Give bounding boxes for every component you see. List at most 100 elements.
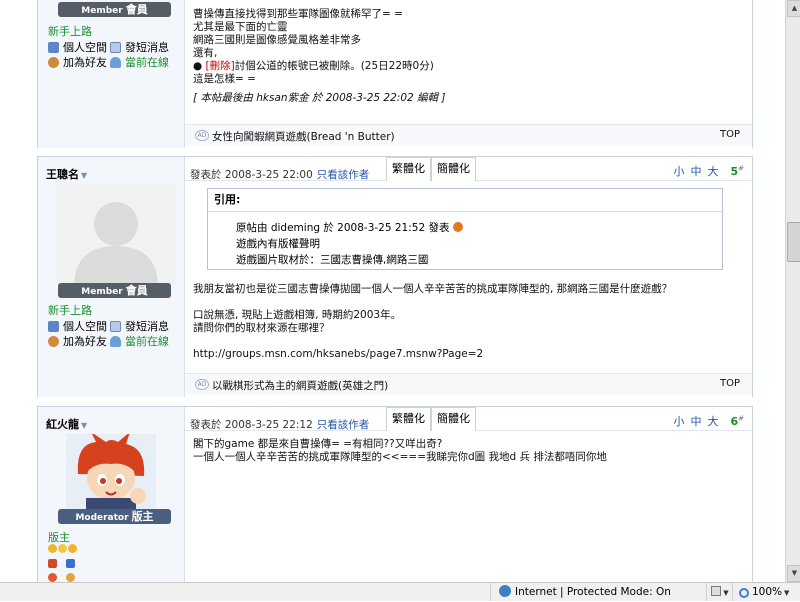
- font-size-controls: 小中大 6#: [667, 413, 744, 429]
- post-body-panel: 曹操傳直接找得到那些軍隊圖像就稀罕了= = 尤其是最下面的亡靈 網路三國則是圖像…: [185, 0, 752, 148]
- quote-source: 原帖由 dideming 於 2008-3-25 21:52 發表: [236, 222, 450, 234]
- home-icon: [48, 321, 59, 332]
- avatar: [66, 434, 156, 512]
- font-small-button[interactable]: 小: [673, 415, 684, 428]
- online-status-label: 當前在線: [125, 56, 169, 69]
- chevron-down-icon[interactable]: ▼: [81, 421, 87, 430]
- quote-body: 原帖由 dideming 於 2008-3-25 21:52 發表 遊戲內有版權…: [208, 212, 722, 268]
- security-zone[interactable]: Internet | Protected Mode: On: [490, 583, 675, 601]
- font-size-controls: 小中大 5#: [667, 163, 744, 179]
- post-author-panel: 紅火龍 ▼ Moderator 版主 版主: [38, 407, 185, 582]
- default-avatar-icon: [56, 184, 176, 284]
- scroll-up-icon[interactable]: ▲: [787, 0, 800, 17]
- post-text-line: 口說無憑, 現貼上遊戲相簿, 時期約2003年。: [193, 309, 402, 321]
- post-text-line: ● [刪除]討個公道的帳號已被刪除。(25日22時0分): [193, 60, 434, 72]
- post-text-line: 曹操傳直接找得到那些軍隊圖像就稀罕了= =: [193, 8, 403, 20]
- post-4: Member 會員 新手上路 個人空間 發短消息 加為好友 當前在線 曹操傳直接找得到…: [37, 0, 753, 148]
- honor-medals: [48, 558, 76, 571]
- post-text-line: 網路三國則是圖像感覺風格差非常多: [193, 34, 361, 46]
- quote-line: 遊戲圖片取材於：三國志曹操傳,網路三國: [236, 254, 429, 266]
- moon-icon: [58, 544, 67, 553]
- personal-space-label: 個人空間: [63, 320, 107, 333]
- traditional-chinese-button[interactable]: 繁體化: [386, 407, 431, 431]
- zoom-level-text: 100%: [752, 586, 783, 598]
- rank-title-zh: 會員: [125, 3, 148, 16]
- post-6: 紅火龍 ▼ Moderator 版主 版主 發表於 2008-3-25 22:1…: [37, 406, 753, 582]
- scrollbar-thumb[interactable]: [787, 222, 800, 262]
- medal-icon: [66, 559, 75, 568]
- chevron-down-icon[interactable]: ▼: [81, 171, 87, 180]
- post-footer: AD 女性向闖蝦網頁遊戲(Bread 'n Butter) TOP: [185, 124, 752, 145]
- send-pm-link[interactable]: 發短消息: [110, 40, 172, 55]
- post-body-panel: 發表於 2008-3-25 22:12 只看該作者 繁體化 簡體化 小中大 6# 閣…: [185, 407, 752, 582]
- username-text: 王聰名: [46, 168, 79, 181]
- add-friend-link[interactable]: 加為好友: [48, 55, 110, 70]
- vertical-scrollbar[interactable]: ▲ ▼: [785, 0, 800, 582]
- post-text-line: 還有,: [193, 47, 218, 59]
- add-friend-link[interactable]: 加為好友: [48, 334, 110, 349]
- username[interactable]: 王聰名 ▼: [46, 166, 87, 182]
- post-footer: AD 以戰棋形式為主的網頁遊戲(英雄之門) TOP: [185, 373, 752, 394]
- floor-number-text: 6: [730, 415, 739, 428]
- font-large-button[interactable]: 大: [707, 415, 718, 428]
- online-status: 當前在線: [110, 55, 172, 70]
- online-status-label: 當前在線: [125, 335, 169, 348]
- font-small-button[interactable]: 小: [673, 165, 684, 178]
- post-text-line: 討個公道的帳號已被刪除。(25日22時0分): [234, 60, 434, 72]
- zoom-level[interactable]: 100% ▼: [732, 583, 800, 601]
- honor-medals: [48, 572, 76, 582]
- security-zone-text: Internet | Protected Mode: On: [515, 586, 671, 598]
- post-body-panel: 發表於 2008-3-25 22:00 只看該作者 繁體化 簡體化 小中大 5# 引…: [185, 157, 752, 397]
- personal-space-link[interactable]: 個人空間: [48, 40, 110, 55]
- ad-link[interactable]: 女性向闖蝦網頁遊戲(Bread 'n Butter): [212, 129, 395, 144]
- font-large-button[interactable]: 大: [707, 165, 718, 178]
- protected-mode-indicator[interactable]: ▼: [706, 583, 733, 601]
- post-text-line: [193, 296, 672, 309]
- honor-medals: [48, 543, 78, 556]
- ad-link[interactable]: 以戰棋形式為主的網頁遊戲(英雄之門): [212, 378, 388, 393]
- rank-title: Moderator: [75, 513, 129, 523]
- post-content: 我朋友當初也是從三國志曹操傳拋國一個人一個人辛辛苦苦的挑成軍隊陣型的, 那網路三…: [193, 283, 672, 361]
- rank-title-zh: 會員: [125, 284, 148, 297]
- post-time: 發表於 2008-3-25 22:12 只看該作者: [190, 417, 369, 432]
- traditional-chinese-button[interactable]: 繁體化: [386, 157, 431, 181]
- post-author-panel: 王聰名 ▼ Member 會員 新手上路 個人空間 發短消息 加為好友 當前在線: [38, 157, 185, 397]
- view-author-only-link[interactable]: 只看該作者: [317, 419, 370, 431]
- page-viewport: Member 會員 新手上路 個人空間 發短消息 加為好友 當前在線 曹操傳直接找得到…: [0, 0, 785, 582]
- lock-icon: [711, 586, 722, 596]
- character-avatar-icon: [66, 434, 156, 512]
- zoom-icon: [739, 588, 749, 598]
- post-text-line: 請問你們的取材來源在哪裡？: [193, 322, 330, 334]
- post-content: 曹操傳直接找得到那些軍隊圖像就稀罕了= = 尤其是最下面的亡靈 網路三國則是圖像…: [193, 8, 445, 105]
- simplified-chinese-button[interactable]: 簡體化: [431, 157, 476, 181]
- rank-title: Member: [81, 287, 123, 297]
- floor-number[interactable]: 5#: [724, 164, 744, 178]
- simplified-chinese-button[interactable]: 簡體化: [431, 407, 476, 431]
- envelope-icon: [110, 321, 121, 332]
- font-medium-button[interactable]: 中: [690, 165, 701, 178]
- send-pm-label: 發短消息: [125, 41, 169, 54]
- user-icon: [110, 336, 121, 347]
- top-link[interactable]: TOP: [720, 129, 740, 140]
- quote-line: 遊戲內有版權聲明: [236, 238, 320, 250]
- sun-icon: [66, 573, 75, 582]
- edit-note: [ 本帖最後由 hksan紫金 於 2008-3-25 22:02 編輯 ]: [193, 92, 446, 104]
- personal-space-link[interactable]: 個人空間: [48, 319, 110, 334]
- font-medium-button[interactable]: 中: [690, 415, 701, 428]
- ad-icon: AD: [195, 379, 209, 390]
- medal-icon: [48, 559, 57, 568]
- send-pm-link[interactable]: 發短消息: [110, 319, 172, 334]
- go-to-post-icon[interactable]: [453, 222, 464, 232]
- floor-number[interactable]: 6#: [724, 414, 744, 428]
- rank-badge: Member 會員: [58, 2, 171, 17]
- post-text-line: 尤其是最下面的亡靈: [193, 21, 288, 33]
- username[interactable]: 紅火龍 ▼: [46, 416, 87, 432]
- post-link[interactable]: http://groups.msn.com/hksanebs/page7.msn…: [193, 348, 672, 361]
- view-author-only-link[interactable]: 只看該作者: [317, 169, 370, 181]
- send-pm-label: 發短消息: [125, 320, 169, 333]
- scroll-down-icon[interactable]: ▼: [787, 565, 800, 582]
- top-link[interactable]: TOP: [720, 378, 740, 389]
- avatar: [56, 184, 176, 284]
- post-header: 發表於 2008-3-25 22:00 只看該作者 繁體化 簡體化 小中大 5#: [185, 157, 752, 181]
- floor-mark: #: [738, 414, 744, 423]
